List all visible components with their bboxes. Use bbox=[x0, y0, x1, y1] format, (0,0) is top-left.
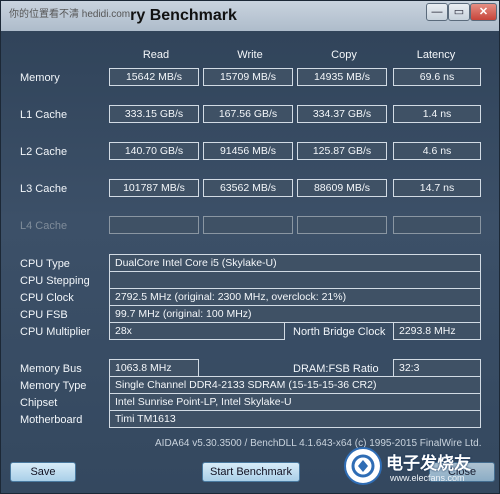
cpu-multiplier-value: 28x bbox=[109, 322, 285, 340]
memory-bus-label: Memory Bus bbox=[20, 363, 82, 375]
l2-write-value: 91456 MB/s bbox=[203, 142, 293, 160]
row-label-l4-cache: L4 Cache bbox=[20, 220, 68, 232]
window-title-text: ry Benchmark bbox=[130, 7, 237, 24]
cpu-clock-label: CPU Clock bbox=[20, 292, 74, 304]
logo-mark-icon bbox=[344, 447, 382, 485]
l4-latency-value bbox=[393, 216, 481, 234]
row-label-l1-cache: L1 Cache bbox=[20, 109, 68, 121]
l4-read-value bbox=[109, 216, 199, 234]
benchmark-panel: Read Write Copy Latency Memory 15642 MB/… bbox=[9, 33, 493, 453]
column-header-latency: Latency bbox=[416, 49, 456, 61]
dram-fsb-ratio-value: 32:3 bbox=[393, 359, 481, 377]
chipset-value: Intel Sunrise Point-LP, Intel Skylake-U bbox=[109, 393, 481, 411]
l3-write-value: 63562 MB/s bbox=[203, 179, 293, 197]
l3-latency-value: 14.7 ns bbox=[393, 179, 481, 197]
l1-read-value: 333.15 GB/s bbox=[109, 105, 199, 123]
cpu-stepping-value bbox=[109, 271, 481, 289]
row-label-memory: Memory bbox=[20, 72, 60, 84]
l2-read-value: 140.70 GB/s bbox=[109, 142, 199, 160]
memory-write-value: 15709 MB/s bbox=[203, 68, 293, 86]
l3-read-value: 101787 MB/s bbox=[109, 179, 199, 197]
row-label-l3-cache: L3 Cache bbox=[20, 183, 68, 195]
l1-write-value: 167.56 GB/s bbox=[203, 105, 293, 123]
cpu-fsb-label: CPU FSB bbox=[20, 309, 68, 321]
column-header-copy: Copy bbox=[331, 49, 357, 61]
title-bar: 你的位置看不清 hedidi.comry Benchmark — ▭ ✕ bbox=[1, 1, 499, 31]
cpu-multiplier-label: CPU Multiplier bbox=[20, 326, 91, 338]
cpu-type-label: CPU Type bbox=[20, 258, 70, 270]
elecfans-logo: 电子发烧友 www.elecfans.com bbox=[344, 447, 494, 491]
memory-read-value: 15642 MB/s bbox=[109, 68, 199, 86]
memory-latency-value: 69.6 ns bbox=[393, 68, 481, 86]
memory-copy-value: 14935 MB/s bbox=[297, 68, 387, 86]
column-header-read: Read bbox=[142, 49, 170, 61]
l2-copy-value: 125.87 GB/s bbox=[297, 142, 387, 160]
maximize-button[interactable]: ▭ bbox=[448, 3, 470, 21]
cpu-clock-value: 2792.5 MHz (original: 2300 MHz, overcloc… bbox=[109, 288, 481, 306]
save-button[interactable]: Save bbox=[10, 462, 76, 482]
minimize-button[interactable]: — bbox=[426, 3, 448, 21]
l3-copy-value: 88609 MB/s bbox=[297, 179, 387, 197]
aida64-benchmark-window: 你的位置看不清 hedidi.comry Benchmark — ▭ ✕ Rea… bbox=[0, 0, 500, 494]
watermark-text: 你的位置看不清 hedidi.com bbox=[9, 9, 131, 20]
l2-latency-value: 4.6 ns bbox=[393, 142, 481, 160]
logo-url: www.elecfans.com bbox=[390, 473, 465, 483]
logo-graphic-icon bbox=[351, 454, 375, 478]
cpu-type-value: DualCore Intel Core i5 (Skylake-U) bbox=[109, 254, 481, 272]
start-benchmark-button[interactable]: Start Benchmark bbox=[202, 462, 300, 482]
l4-write-value bbox=[203, 216, 293, 234]
memory-bus-value: 1063.8 MHz bbox=[109, 359, 199, 377]
north-bridge-clock-label: North Bridge Clock bbox=[293, 326, 386, 338]
cpu-stepping-label: CPU Stepping bbox=[20, 275, 90, 287]
cpu-fsb-value: 99.7 MHz (original: 100 MHz) bbox=[109, 305, 481, 323]
motherboard-value: Timi TM1613 bbox=[109, 410, 481, 428]
dram-fsb-ratio-label: DRAM:FSB Ratio bbox=[293, 363, 379, 375]
row-label-l2-cache: L2 Cache bbox=[20, 146, 68, 158]
l1-latency-value: 1.4 ns bbox=[393, 105, 481, 123]
memory-type-label: Memory Type bbox=[20, 380, 87, 392]
close-window-button[interactable]: ✕ bbox=[470, 3, 497, 21]
l4-copy-value bbox=[297, 216, 387, 234]
motherboard-label: Motherboard bbox=[20, 414, 83, 426]
l1-copy-value: 334.37 GB/s bbox=[297, 105, 387, 123]
memory-type-value: Single Channel DDR4-2133 SDRAM (15-15-15… bbox=[109, 376, 481, 394]
logo-text: 电子发烧友 bbox=[386, 454, 471, 473]
column-header-write: Write bbox=[237, 49, 263, 61]
north-bridge-clock-value: 2293.8 MHz bbox=[393, 322, 481, 340]
window-title: 你的位置看不清 hedidi.comry Benchmark bbox=[9, 5, 237, 25]
chipset-label: Chipset bbox=[20, 397, 58, 409]
